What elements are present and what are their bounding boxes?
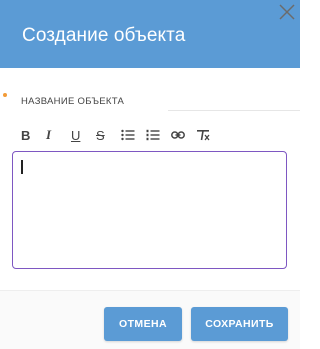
object-name-label: НАЗВАНИЕ ОБЪЕКТА bbox=[21, 96, 125, 107]
required-indicator bbox=[3, 93, 7, 97]
close-icon[interactable] bbox=[277, 2, 297, 22]
numbered-list-icon[interactable] bbox=[146, 126, 171, 144]
bold-icon[interactable]: B bbox=[21, 126, 46, 144]
rich-text-toolbar: B I U S bbox=[21, 126, 221, 144]
dialog-header: Создание объекта bbox=[0, 0, 300, 68]
strikethrough-icon[interactable]: S bbox=[96, 126, 121, 144]
bulleted-list-icon[interactable] bbox=[121, 126, 146, 144]
label-divider bbox=[168, 110, 300, 111]
description-editor[interactable] bbox=[12, 151, 287, 269]
save-button[interactable]: СОХРАНИТЬ bbox=[191, 307, 288, 341]
italic-icon[interactable]: I bbox=[46, 126, 71, 144]
create-object-dialog: Создание объекта НАЗВАНИЕ ОБЪЕКТА B I U … bbox=[0, 0, 300, 349]
clear-format-icon[interactable] bbox=[196, 126, 221, 144]
underline-icon[interactable]: U bbox=[71, 126, 96, 144]
text-cursor bbox=[21, 160, 23, 174]
dialog-title: Создание объекта bbox=[22, 25, 186, 46]
cancel-button[interactable]: ОТМЕНА bbox=[104, 307, 182, 341]
link-icon[interactable] bbox=[171, 126, 196, 144]
